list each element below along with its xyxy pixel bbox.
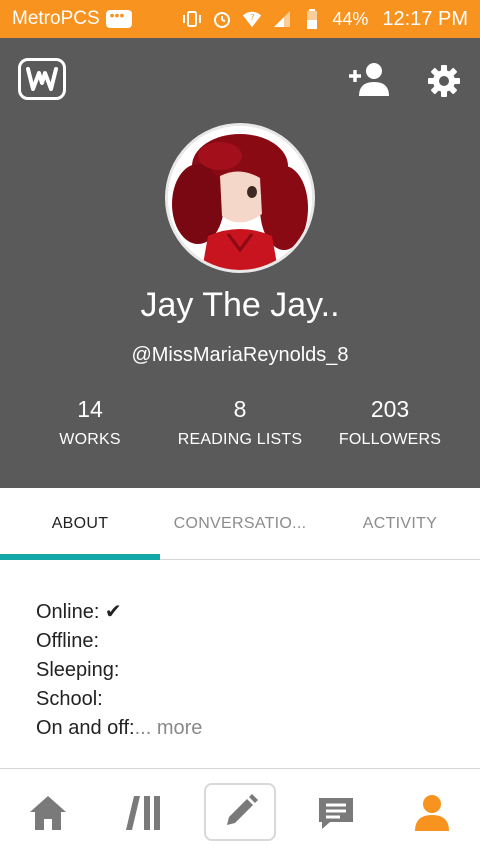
alarm-icon (212, 9, 232, 29)
stat-followers-label: FOLLOWERS (338, 431, 442, 448)
bottom-nav (0, 768, 480, 854)
display-name: Jay The Jay.. (140, 286, 340, 324)
svg-text:?: ? (251, 12, 255, 22)
nav-profile[interactable] (396, 783, 468, 843)
add-user-icon[interactable] (346, 60, 392, 100)
about-last-line: On and off: (36, 717, 135, 739)
about-section: Online: ✔ Offline: Sleeping: School: On … (36, 598, 456, 743)
pencil-icon (227, 794, 258, 825)
battery-icon (302, 9, 322, 29)
library-icon (126, 796, 160, 830)
stat-reading-lists-value: 8 (233, 396, 247, 422)
nav-library[interactable] (108, 783, 180, 843)
nav-home[interactable] (12, 783, 84, 843)
message-icon (105, 7, 132, 28)
signal-icon (272, 9, 292, 29)
stat-reading-lists-label: READING LISTS (177, 431, 303, 448)
about-line: Sleeping: (36, 659, 120, 681)
wattpad-logo-icon[interactable] (18, 58, 66, 100)
username: @MissMariaReynolds_8 (131, 344, 349, 366)
status-bar: MetroPCS ? 44% 12:17 PM (0, 0, 480, 38)
more-link[interactable]: ... more (135, 717, 203, 739)
tab-conversations[interactable]: CONVERSATIO... (160, 488, 320, 560)
tab-about[interactable]: ABOUT (0, 488, 160, 560)
stat-reading-lists[interactable]: 8 READING LISTS (160, 396, 320, 449)
about-line: Offline: (36, 630, 99, 652)
carrier-label: MetroPCS (12, 8, 100, 29)
messages-icon (319, 798, 353, 829)
profile-tabs: ABOUT CONVERSATIO... ACTIVITY (0, 488, 480, 560)
vibrate-icon (182, 9, 202, 29)
battery-percent: 44% (332, 8, 369, 29)
stat-works[interactable]: 14 WORKS (10, 396, 170, 449)
home-icon (30, 796, 66, 830)
status-icons: ? 44% 12:17 PM (182, 8, 468, 31)
gear-icon[interactable] (425, 62, 463, 100)
tab-indicator (0, 554, 160, 560)
stat-followers-value: 203 (370, 396, 410, 422)
avatar[interactable] (165, 123, 315, 273)
stat-followers[interactable]: 203 FOLLOWERS (310, 396, 470, 449)
nav-write[interactable] (204, 783, 276, 841)
about-line: Online: ✔ (36, 601, 122, 623)
nav-messages[interactable] (300, 783, 372, 843)
clock: 12:17 PM (382, 7, 468, 30)
wifi-icon: ? (242, 9, 262, 29)
stat-works-value: 14 (77, 396, 103, 422)
profile-icon (415, 795, 449, 831)
about-line: On and off:... more (36, 714, 456, 743)
stat-works-label: WORKS (59, 431, 121, 448)
profile-header: Jay The Jay.. @MissMariaReynolds_8 14 WO… (0, 38, 480, 488)
tab-activity[interactable]: ACTIVITY (320, 488, 480, 560)
about-line: School: (36, 688, 103, 710)
